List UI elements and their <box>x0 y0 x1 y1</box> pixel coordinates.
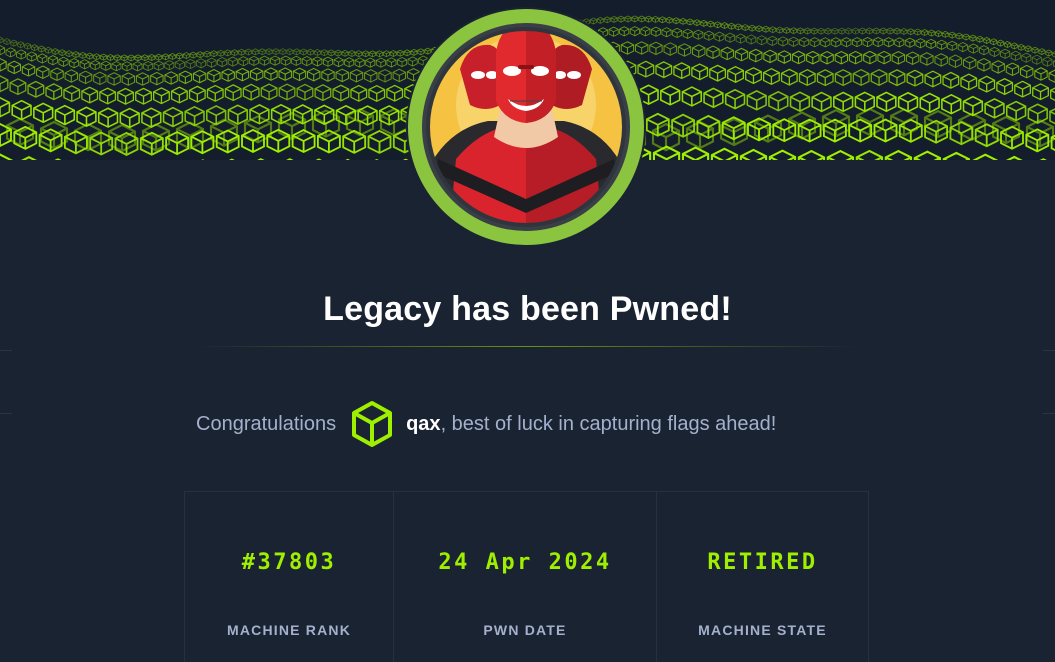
stat-machine-state: RETIRED MACHINE STATE <box>657 492 868 662</box>
congrats-suffix: , best of luck in capturing flags ahead! <box>440 412 777 435</box>
left-separator-line-2 <box>0 413 12 414</box>
congrats-prefix: Congratulations <box>196 412 337 435</box>
stats-panel: #37803 MACHINE RANK 24 Apr 2024 PWN DATE… <box>184 491 869 662</box>
stat-value: #37803 <box>241 550 337 575</box>
stat-pwn-date: 24 Apr 2024 PWN DATE <box>394 492 657 662</box>
red-masked-hero-icon <box>422 23 630 231</box>
stat-label: PWN DATE <box>483 622 567 638</box>
left-separator-line <box>0 350 12 351</box>
cube-icon <box>350 400 394 448</box>
page-title: Legacy has been Pwned! <box>323 290 732 328</box>
title-divider <box>195 346 860 347</box>
stat-label: MACHINE RANK <box>226 622 352 638</box>
username-link[interactable]: qax <box>406 413 440 436</box>
right-separator-line-2 <box>1043 413 1055 414</box>
stat-machine-rank: #37803 MACHINE RANK <box>185 492 394 662</box>
right-separator-line <box>1043 350 1055 351</box>
stat-value: RETIRED <box>707 550 818 575</box>
stat-label: MACHINE STATE <box>698 622 827 638</box>
stat-value: 24 Apr 2024 <box>438 550 612 575</box>
congrats-message: Congratulations qax , best of luck in ca… <box>196 398 776 450</box>
machine-avatar <box>408 9 644 245</box>
